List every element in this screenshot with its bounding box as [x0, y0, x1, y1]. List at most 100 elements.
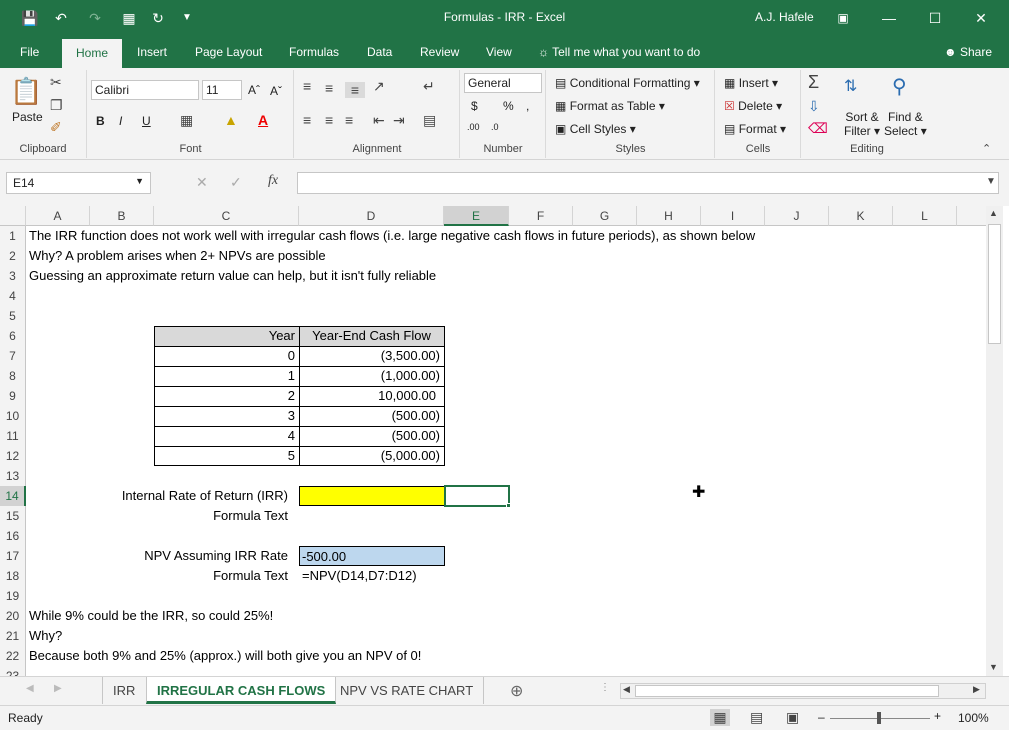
tab-page-layout[interactable]: Page Layout — [195, 45, 262, 59]
font-color-icon[interactable]: A — [258, 112, 268, 128]
align-top-icon[interactable]: ≡ — [303, 78, 311, 94]
tell-me-box[interactable]: ☼ Tell me what you want to do — [538, 45, 700, 59]
minimize-icon[interactable]: — — [874, 6, 904, 30]
row-header-13[interactable]: 13 — [0, 466, 26, 486]
irr-label[interactable]: Internal Rate of Return (IRR) — [26, 486, 299, 506]
align-middle-icon[interactable]: ≡ — [325, 80, 333, 96]
find-select-icon[interactable]: ⚲ — [892, 74, 907, 99]
scroll-up-icon[interactable]: ▲ — [989, 208, 998, 218]
format-as-table-button[interactable]: ▦ Format as Table ▾ — [555, 99, 665, 113]
irr-value-cell[interactable] — [299, 486, 445, 506]
tab-split-handle-icon[interactable]: ⋮ — [600, 682, 610, 693]
next-sheet-icon[interactable]: ▶ — [54, 683, 62, 694]
align-bottom-icon[interactable]: ≡ — [345, 82, 365, 98]
insert-cells-button[interactable]: ▦ Insert ▾ — [724, 76, 778, 90]
align-center-icon[interactable]: ≡ — [325, 112, 333, 128]
paste-button[interactable]: Paste — [12, 110, 43, 124]
row-header-4[interactable]: 4 — [0, 286, 26, 306]
npv-formula-text[interactable]: =NPV(D14,D7:D12) — [302, 566, 417, 586]
cell-a3[interactable]: Guessing an approximate return value can… — [29, 266, 436, 286]
worksheet-grid[interactable]: A B C D E F G H I J K L 1 2 3 4 5 6 7 8 … — [0, 206, 986, 676]
format-painter-icon[interactable]: ✐ — [50, 119, 62, 136]
cut-icon[interactable]: ✂ — [50, 74, 62, 91]
npv-value-cell[interactable]: -500.00 — [299, 546, 445, 566]
comma-icon[interactable]: , — [526, 99, 529, 113]
row-header-12[interactable]: 12 — [0, 446, 26, 466]
zoom-in-button[interactable]: + — [934, 709, 941, 723]
copy-icon[interactable]: ❐ — [50, 97, 63, 114]
percent-icon[interactable]: % — [503, 99, 514, 113]
align-left-icon[interactable]: ≡ — [303, 112, 311, 128]
underline-button[interactable]: U — [142, 114, 151, 128]
table-year[interactable]: 1 — [154, 366, 299, 386]
normal-view-icon[interactable]: ▦ — [710, 709, 730, 726]
cell-styles-button[interactable]: ▣ Cell Styles ▾ — [555, 122, 636, 136]
select-all-corner[interactable] — [0, 206, 26, 226]
row-header-5[interactable]: 5 — [0, 306, 26, 326]
share-button[interactable]: ☻ Share — [944, 45, 992, 59]
row-header-10[interactable]: 10 — [0, 406, 26, 426]
paste-icon[interactable]: 📋 — [10, 76, 42, 110]
tab-view[interactable]: View — [486, 45, 512, 59]
merge-center-icon[interactable]: ▤ — [423, 112, 436, 129]
cell-a20[interactable]: While 9% could be the IRR, so could 25%! — [29, 606, 273, 626]
table-cash-flow[interactable]: (500.00) — [299, 406, 444, 426]
maximize-icon[interactable]: ☐ — [920, 6, 950, 30]
vertical-scrollbar[interactable]: ▲ ▼ — [986, 206, 1003, 676]
format-cells-button[interactable]: ▤ Format ▾ — [724, 122, 786, 136]
row-header-9[interactable]: 9 — [0, 386, 26, 406]
collapse-ribbon-icon[interactable]: ⌃ — [982, 142, 991, 155]
borders-icon[interactable]: ▦ — [180, 112, 193, 129]
fill-color-icon[interactable]: ▲ — [224, 112, 238, 128]
scroll-right-icon[interactable]: ▶ — [973, 684, 980, 695]
column-header-g[interactable]: G — [573, 206, 637, 226]
align-right-icon[interactable]: ≡ — [345, 112, 353, 128]
shrink-font-icon[interactable]: Aˇ — [270, 84, 282, 98]
cancel-entry-icon[interactable]: ✕ — [196, 174, 208, 191]
wrap-text-icon[interactable]: ↵ — [423, 78, 435, 95]
row-header-16[interactable]: 16 — [0, 526, 26, 546]
column-header-i[interactable]: I — [701, 206, 765, 226]
tab-insert[interactable]: Insert — [137, 45, 167, 59]
row-header-20[interactable]: 20 — [0, 606, 26, 626]
active-cell-e14[interactable] — [444, 485, 510, 507]
table-cash-flow[interactable]: (1,000.00) — [299, 366, 444, 386]
formula-text-label-2[interactable]: Formula Text — [26, 566, 299, 586]
table-year[interactable]: 2 — [154, 386, 299, 406]
expand-formula-bar-icon[interactable]: ▼ — [986, 176, 996, 187]
increase-indent-icon[interactable]: ⇥ — [393, 112, 405, 129]
user-name[interactable]: A.J. Hafele — [755, 10, 814, 24]
table-cash-flow[interactable]: (500.00) — [299, 426, 444, 446]
name-box[interactable]: E14 ▼ — [6, 172, 151, 194]
horizontal-scrollbar[interactable]: ◀ ▶ — [620, 683, 986, 699]
cell-a21[interactable]: Why? — [29, 626, 62, 646]
scroll-down-icon[interactable]: ▼ — [989, 662, 998, 672]
table-header-year[interactable]: Year — [154, 326, 299, 346]
sort-filter-button[interactable]: Sort & Filter ▾ — [844, 110, 880, 138]
tab-file[interactable]: File — [20, 45, 39, 59]
row-header-18[interactable]: 18 — [0, 566, 26, 586]
zoom-out-button[interactable]: – — [818, 710, 825, 724]
fill-icon[interactable]: ⇩ — [808, 98, 820, 115]
decrease-decimal-icon[interactable]: .0 — [491, 122, 499, 132]
bold-button[interactable]: B — [96, 114, 105, 128]
table-cash-flow[interactable]: (5,000.00) — [299, 446, 444, 466]
orientation-icon[interactable]: ↗ — [373, 78, 385, 95]
row-header-2[interactable]: 2 — [0, 246, 26, 266]
row-header-7[interactable]: 7 — [0, 346, 26, 366]
zoom-level[interactable]: 100% — [958, 711, 989, 725]
decrease-indent-icon[interactable]: ⇤ — [373, 112, 385, 129]
new-sheet-icon[interactable]: ⊕ — [510, 681, 523, 701]
page-layout-view-icon[interactable]: ▤ — [750, 709, 763, 726]
find-select-button[interactable]: Find & Select ▾ — [884, 110, 927, 138]
clear-icon[interactable]: ⌫ — [808, 120, 828, 137]
row-header-6[interactable]: 6 — [0, 326, 26, 346]
row-header-3[interactable]: 3 — [0, 266, 26, 286]
currency-icon[interactable]: $ — [471, 99, 478, 113]
tab-data[interactable]: Data — [367, 45, 392, 59]
font-size-select[interactable]: 11 — [202, 80, 242, 100]
sheet-tab-npv-vs-rate-chart[interactable]: NPV VS RATE CHART — [330, 677, 485, 704]
close-icon[interactable]: ✕ — [966, 6, 996, 30]
column-header-a[interactable]: A — [26, 206, 90, 226]
page-break-view-icon[interactable]: ▣ — [786, 709, 799, 726]
